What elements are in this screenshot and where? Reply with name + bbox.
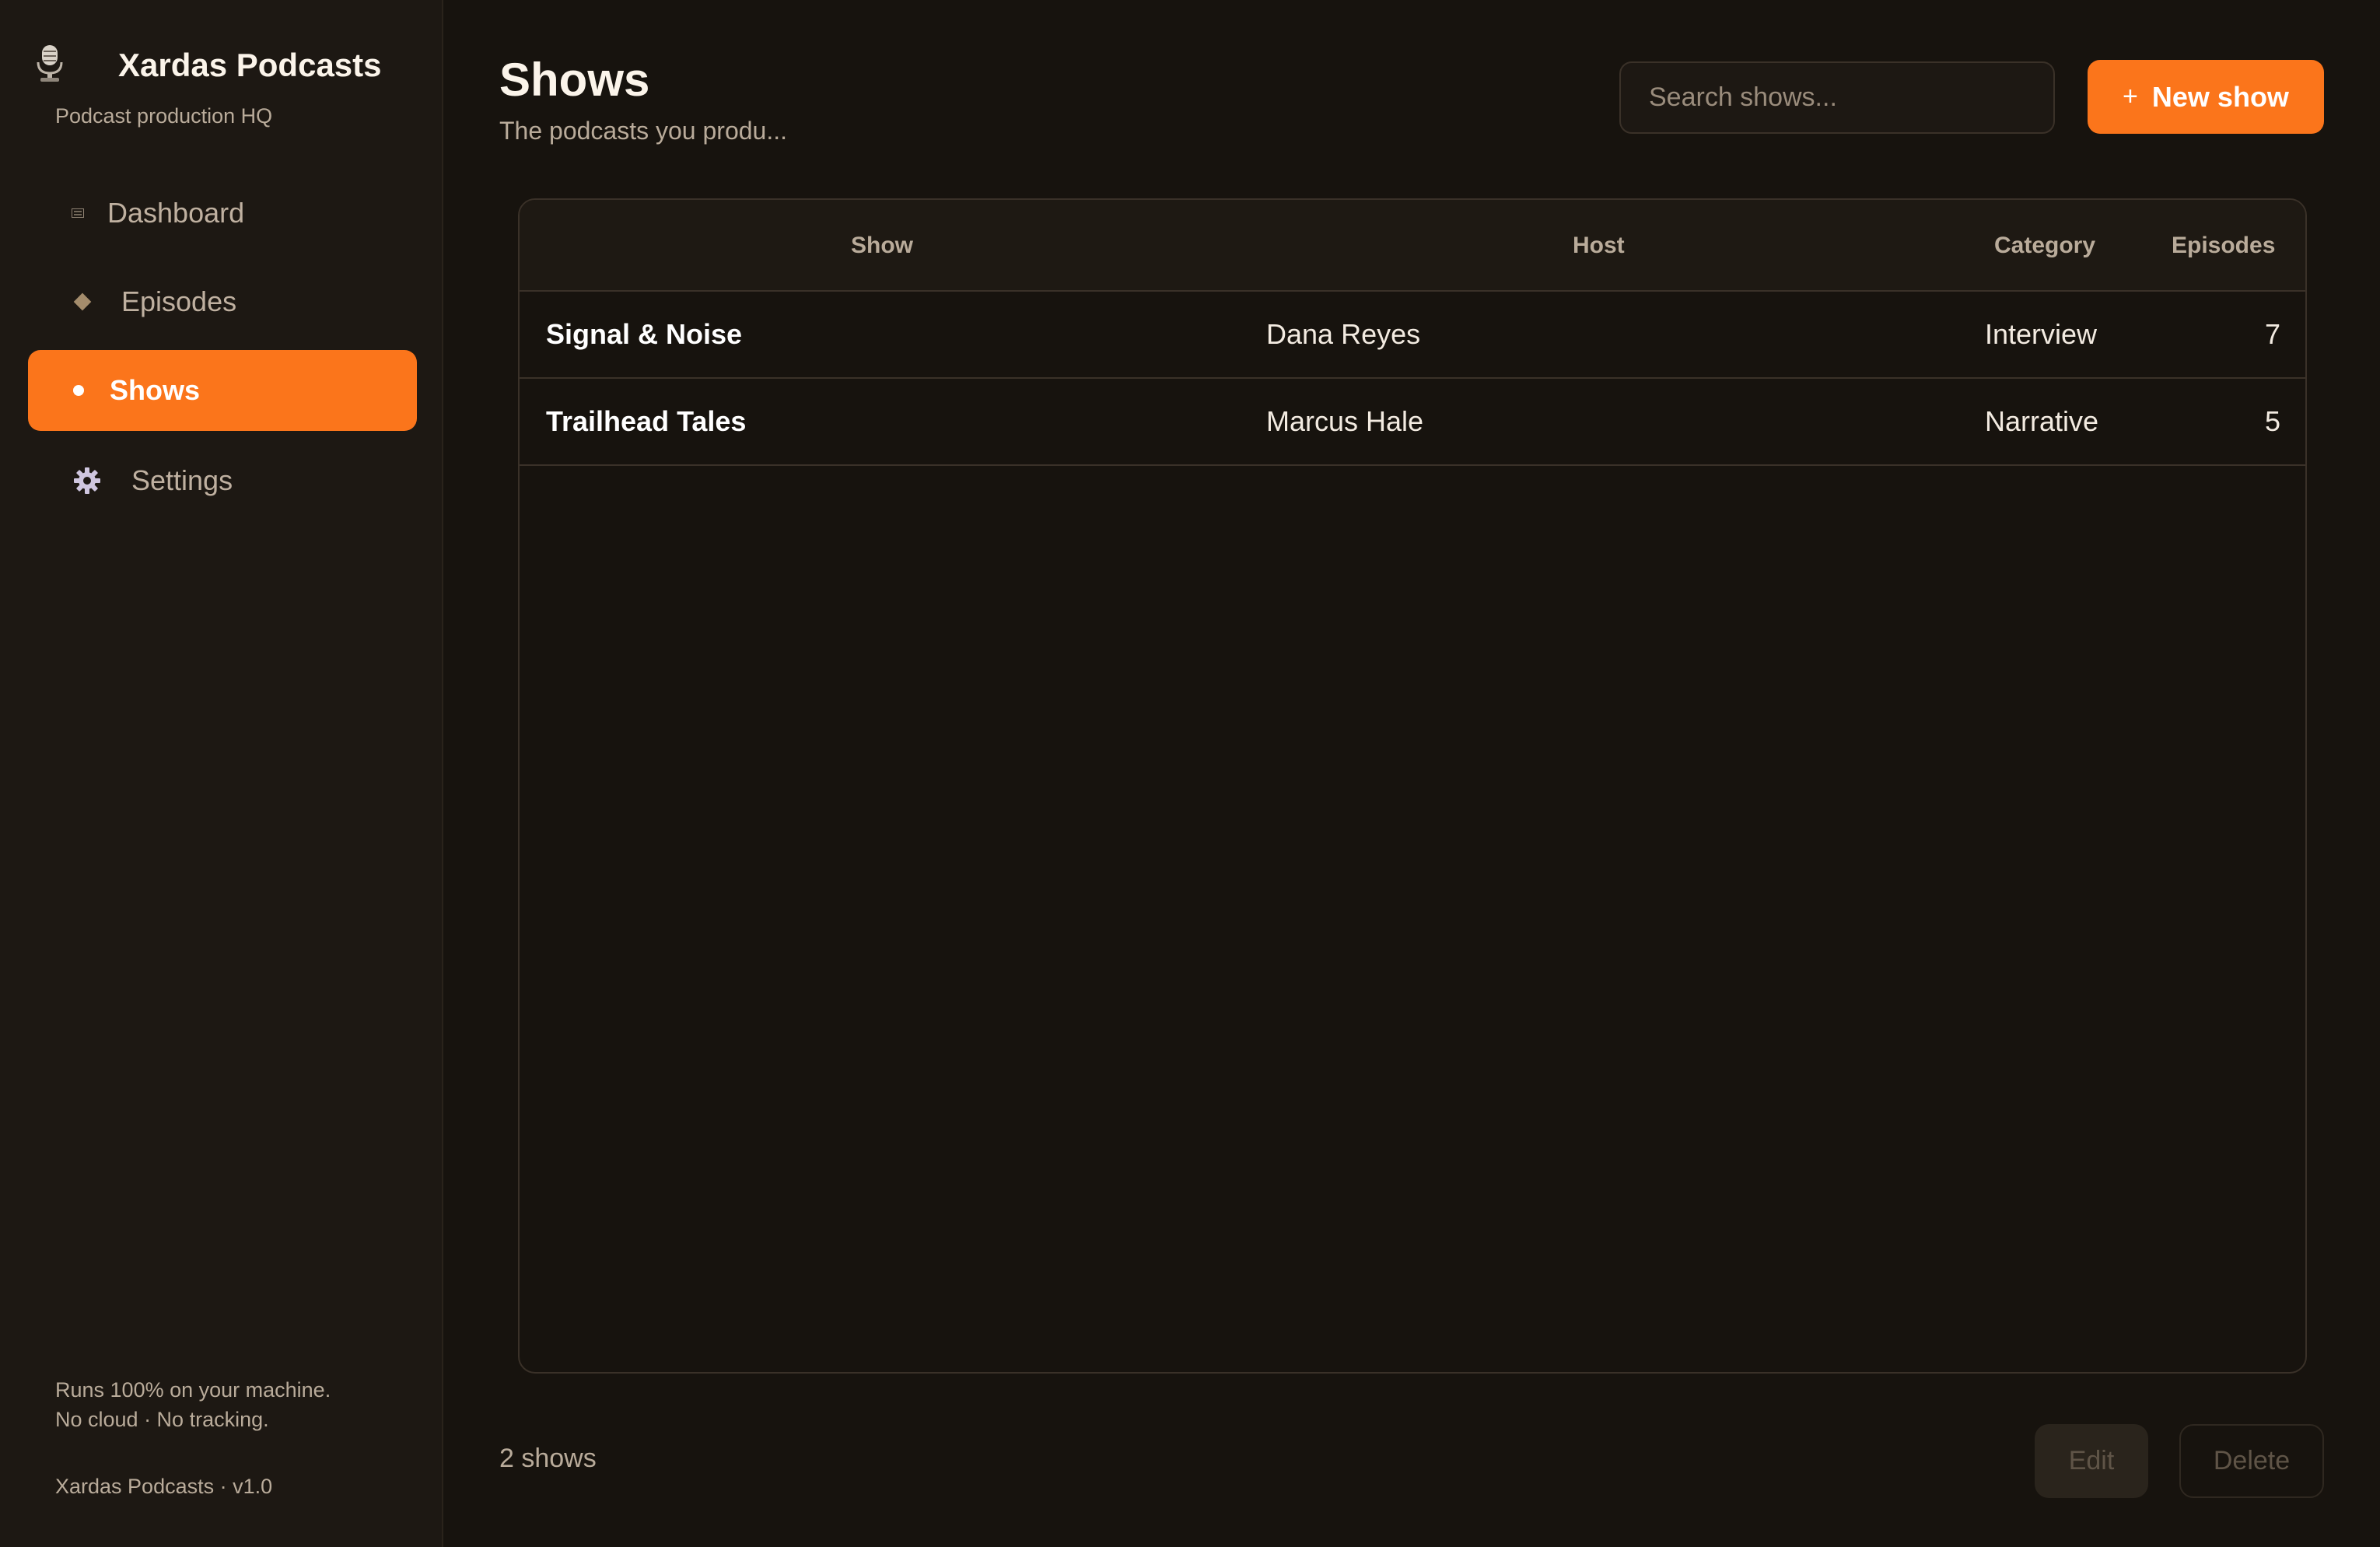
- show-host: Marcus Hale: [1266, 405, 1424, 437]
- delete-button[interactable]: Delete: [2179, 1424, 2324, 1498]
- sidebar-item-episodes[interactable]: Episodes: [28, 261, 417, 342]
- dot-icon: [72, 350, 86, 431]
- shows-table: Show Host Category Episodes Signal & Noi…: [518, 198, 2307, 1374]
- plus-icon: +: [2123, 82, 2138, 111]
- diamond-icon: [68, 261, 96, 342]
- sidebar-item-label: Settings: [131, 464, 233, 496]
- column-header-category[interactable]: Category: [1994, 200, 2095, 292]
- edit-button[interactable]: Edit: [2035, 1424, 2148, 1498]
- show-episodes: 5: [2264, 405, 2280, 437]
- show-count: 2 shows: [499, 1444, 597, 1473]
- column-header-host[interactable]: Host: [1573, 200, 1625, 292]
- app-title: Xardas Podcasts: [118, 47, 382, 83]
- show-episodes: 7: [2264, 318, 2280, 350]
- gear-icon: [73, 440, 101, 521]
- privacy-note: Runs 100% on your machine. No cloud · No…: [55, 1375, 331, 1434]
- sidebar-item-dashboard[interactable]: Dashboard: [28, 173, 417, 254]
- column-header-show[interactable]: Show: [851, 200, 913, 292]
- show-category: Narrative: [1985, 405, 2099, 437]
- sidebar-item-label: Shows: [110, 374, 201, 406]
- privacy-note-line: Runs 100% on your machine.: [55, 1378, 331, 1402]
- show-host: Dana Reyes: [1266, 318, 1421, 350]
- search-input[interactable]: [1619, 61, 2055, 134]
- table-row[interactable]: Trailhead Tales Marcus Hale Narrative 5: [520, 379, 2305, 466]
- microphone-icon: [36, 44, 64, 82]
- show-name: Signal & Noise: [546, 318, 743, 350]
- app-subtitle: Podcast production HQ: [55, 104, 273, 128]
- app-window: Xardas Podcasts Podcast production HQ Da…: [0, 0, 2380, 1547]
- new-show-button[interactable]: + New show: [2088, 60, 2324, 134]
- show-name: Trailhead Tales: [546, 405, 747, 437]
- brand: Xardas Podcasts: [36, 44, 425, 90]
- table-row[interactable]: Signal & Noise Dana Reyes Interview 7: [520, 292, 2305, 379]
- app-version: Xardas Podcasts · v1.0: [55, 1475, 273, 1498]
- show-category: Interview: [1985, 318, 2098, 350]
- new-show-label: New show: [2151, 80, 2289, 113]
- dashboard-icon: [68, 173, 87, 254]
- privacy-note-line: No cloud · No tracking.: [55, 1408, 269, 1431]
- page-subtitle: The podcasts you produ...: [499, 117, 787, 145]
- page-title: Shows: [499, 54, 650, 106]
- sidebar-item-settings[interactable]: Settings: [28, 440, 417, 521]
- column-header-episodes[interactable]: Episodes: [2172, 200, 2275, 292]
- sidebar-item-shows[interactable]: Shows: [28, 350, 417, 431]
- sidebar: Xardas Podcasts Podcast production HQ Da…: [0, 0, 443, 1547]
- table-header: Show Host Category Episodes: [520, 200, 2305, 292]
- sidebar-item-label: Dashboard: [107, 197, 245, 229]
- sidebar-item-label: Episodes: [121, 285, 237, 317]
